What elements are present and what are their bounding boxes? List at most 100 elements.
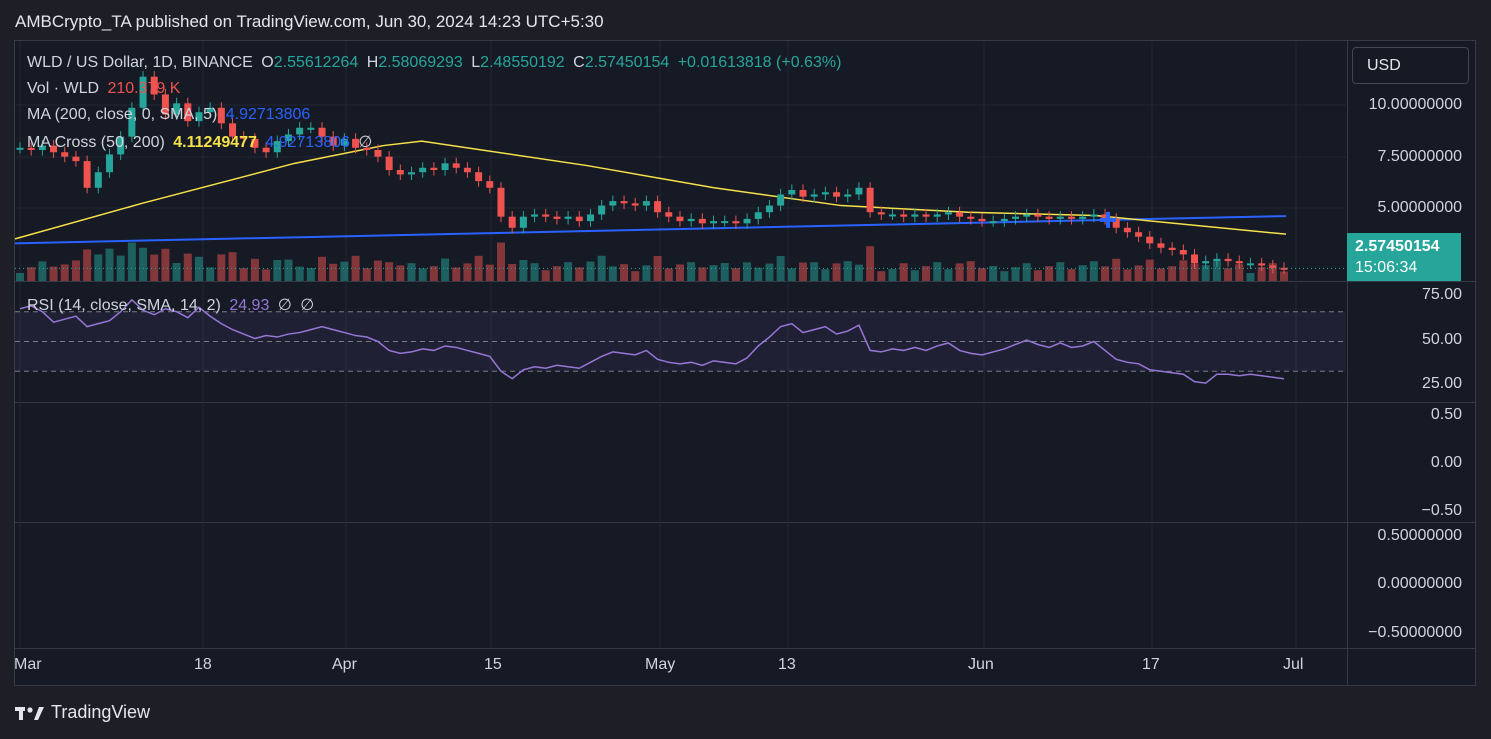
- volume-bar: [519, 260, 528, 281]
- ma50-line: [14, 140, 1287, 240]
- volume-bar: [228, 252, 237, 281]
- volume-bar: [944, 269, 953, 281]
- macross-extra: ∅: [358, 134, 373, 151]
- ma200-line: [14, 215, 1287, 245]
- volume-bar: [1000, 271, 1009, 281]
- volume-bar: [463, 263, 472, 281]
- candle-body: [698, 218, 706, 224]
- volume-bar: [452, 267, 461, 281]
- tradingview-logo[interactable]: TradingView: [15, 702, 150, 723]
- candle-body: [1023, 214, 1031, 217]
- candle-body: [1246, 263, 1254, 266]
- candle-body: [61, 152, 69, 157]
- ma-legend[interactable]: MA (200, close, 0, SMA, 5) 4.92713806: [27, 106, 314, 124]
- time-tick: Jul: [1283, 656, 1304, 673]
- volume-bar: [1011, 267, 1020, 281]
- volume-bar: [541, 270, 550, 281]
- open-label: O: [261, 54, 274, 71]
- volume-bar: [16, 273, 24, 281]
- pane3-tick: −0.50: [1421, 502, 1462, 519]
- volume-bar: [854, 264, 863, 281]
- candle-body: [542, 214, 550, 217]
- volume-bar: [564, 262, 573, 281]
- currency-button[interactable]: USD: [1352, 47, 1469, 84]
- time-tick: 13: [778, 656, 796, 673]
- candle-body: [1191, 254, 1199, 264]
- volume-bar: [1156, 268, 1165, 281]
- volume-bar: [172, 263, 181, 281]
- symbol-label[interactable]: WLD / US Dollar, 1D, BINANCE: [27, 54, 253, 71]
- candle-body: [609, 201, 617, 206]
- macross-label[interactable]: MA Cross (50, 200): [27, 134, 165, 151]
- volume-bar: [910, 270, 919, 281]
- time-tick: Apr: [332, 656, 357, 673]
- candle-body: [598, 205, 606, 215]
- volume-bar: [799, 262, 808, 281]
- volume-bar: [698, 267, 707, 281]
- volume-bar: [966, 261, 975, 281]
- volume-label[interactable]: Vol · WLD: [27, 80, 99, 97]
- candle-body: [497, 187, 505, 217]
- candle-body: [475, 172, 483, 182]
- volume-bar: [318, 256, 327, 281]
- ma-label[interactable]: MA (200, close, 0, SMA, 5): [27, 106, 217, 123]
- ohlc-legend[interactable]: WLD / US Dollar, 1D, BINANCE O2.55612264…: [27, 54, 845, 72]
- candle-body: [888, 214, 896, 217]
- candle-body: [1034, 214, 1042, 217]
- volume-bar: [765, 263, 774, 281]
- macross-legend[interactable]: MA Cross (50, 200) 4.11249477 4.92713806…: [27, 132, 376, 152]
- candle-body: [989, 221, 997, 224]
- candle-body: [754, 212, 762, 219]
- volume-bar: [496, 242, 505, 281]
- change-value: +0.01613818 (+0.63%): [677, 54, 842, 71]
- candle-body: [665, 212, 673, 217]
- candle-body: [1045, 216, 1053, 219]
- volume-bar: [877, 271, 886, 281]
- candle-body: [1202, 261, 1210, 264]
- candle-body: [1269, 265, 1277, 268]
- time-tick: Mar: [14, 656, 42, 673]
- rsi-label[interactable]: RSI (14, close, SMA, 14, 2): [27, 297, 221, 314]
- volume-bar: [1089, 261, 1098, 281]
- candle-body: [16, 147, 24, 150]
- candle-body: [844, 194, 852, 197]
- rsi-extra-2: ∅: [300, 297, 315, 314]
- candle-body: [743, 218, 751, 224]
- volume-bar: [262, 269, 271, 281]
- rsi-legend[interactable]: RSI (14, close, SMA, 14, 2) 24.93 ∅ ∅: [27, 295, 318, 315]
- candle-body: [1146, 236, 1154, 244]
- candle-body: [765, 205, 773, 213]
- volume-bar: [273, 260, 282, 281]
- candle-body: [1000, 218, 1008, 222]
- candle-body: [956, 212, 964, 217]
- candle-body: [452, 163, 460, 168]
- volume-bar: [821, 269, 830, 281]
- volume-bar: [373, 260, 382, 281]
- high-label: H: [366, 54, 379, 71]
- volume-bar: [441, 258, 450, 281]
- candle-body: [810, 194, 818, 197]
- volume-bar: [38, 261, 47, 281]
- candle-body: [408, 172, 416, 175]
- volume-bar: [1067, 269, 1076, 281]
- volume-bar: [620, 264, 629, 281]
- volume-bar: [1246, 273, 1255, 281]
- volume-legend[interactable]: Vol · WLD 210.379 K: [27, 80, 184, 98]
- volume-bar: [631, 271, 640, 281]
- candle-body: [654, 201, 662, 213]
- candle-body: [1157, 243, 1165, 248]
- pane3-tick: 0.00: [1430, 454, 1462, 471]
- ma-value: 4.92713806: [225, 106, 311, 123]
- volume-bar: [508, 264, 517, 281]
- volume-bar: [720, 263, 729, 281]
- volume-bar: [754, 267, 763, 281]
- candle-body: [396, 170, 404, 175]
- rsi-value: 24.93: [229, 297, 270, 314]
- candle-body: [486, 181, 494, 188]
- pane4-tick: −0.50000000: [1368, 624, 1462, 641]
- low-label: L: [471, 54, 481, 71]
- time-tick: 17: [1142, 656, 1160, 673]
- volume-bar: [687, 262, 696, 281]
- volume-bar: [664, 268, 673, 281]
- candle-body: [1090, 214, 1098, 217]
